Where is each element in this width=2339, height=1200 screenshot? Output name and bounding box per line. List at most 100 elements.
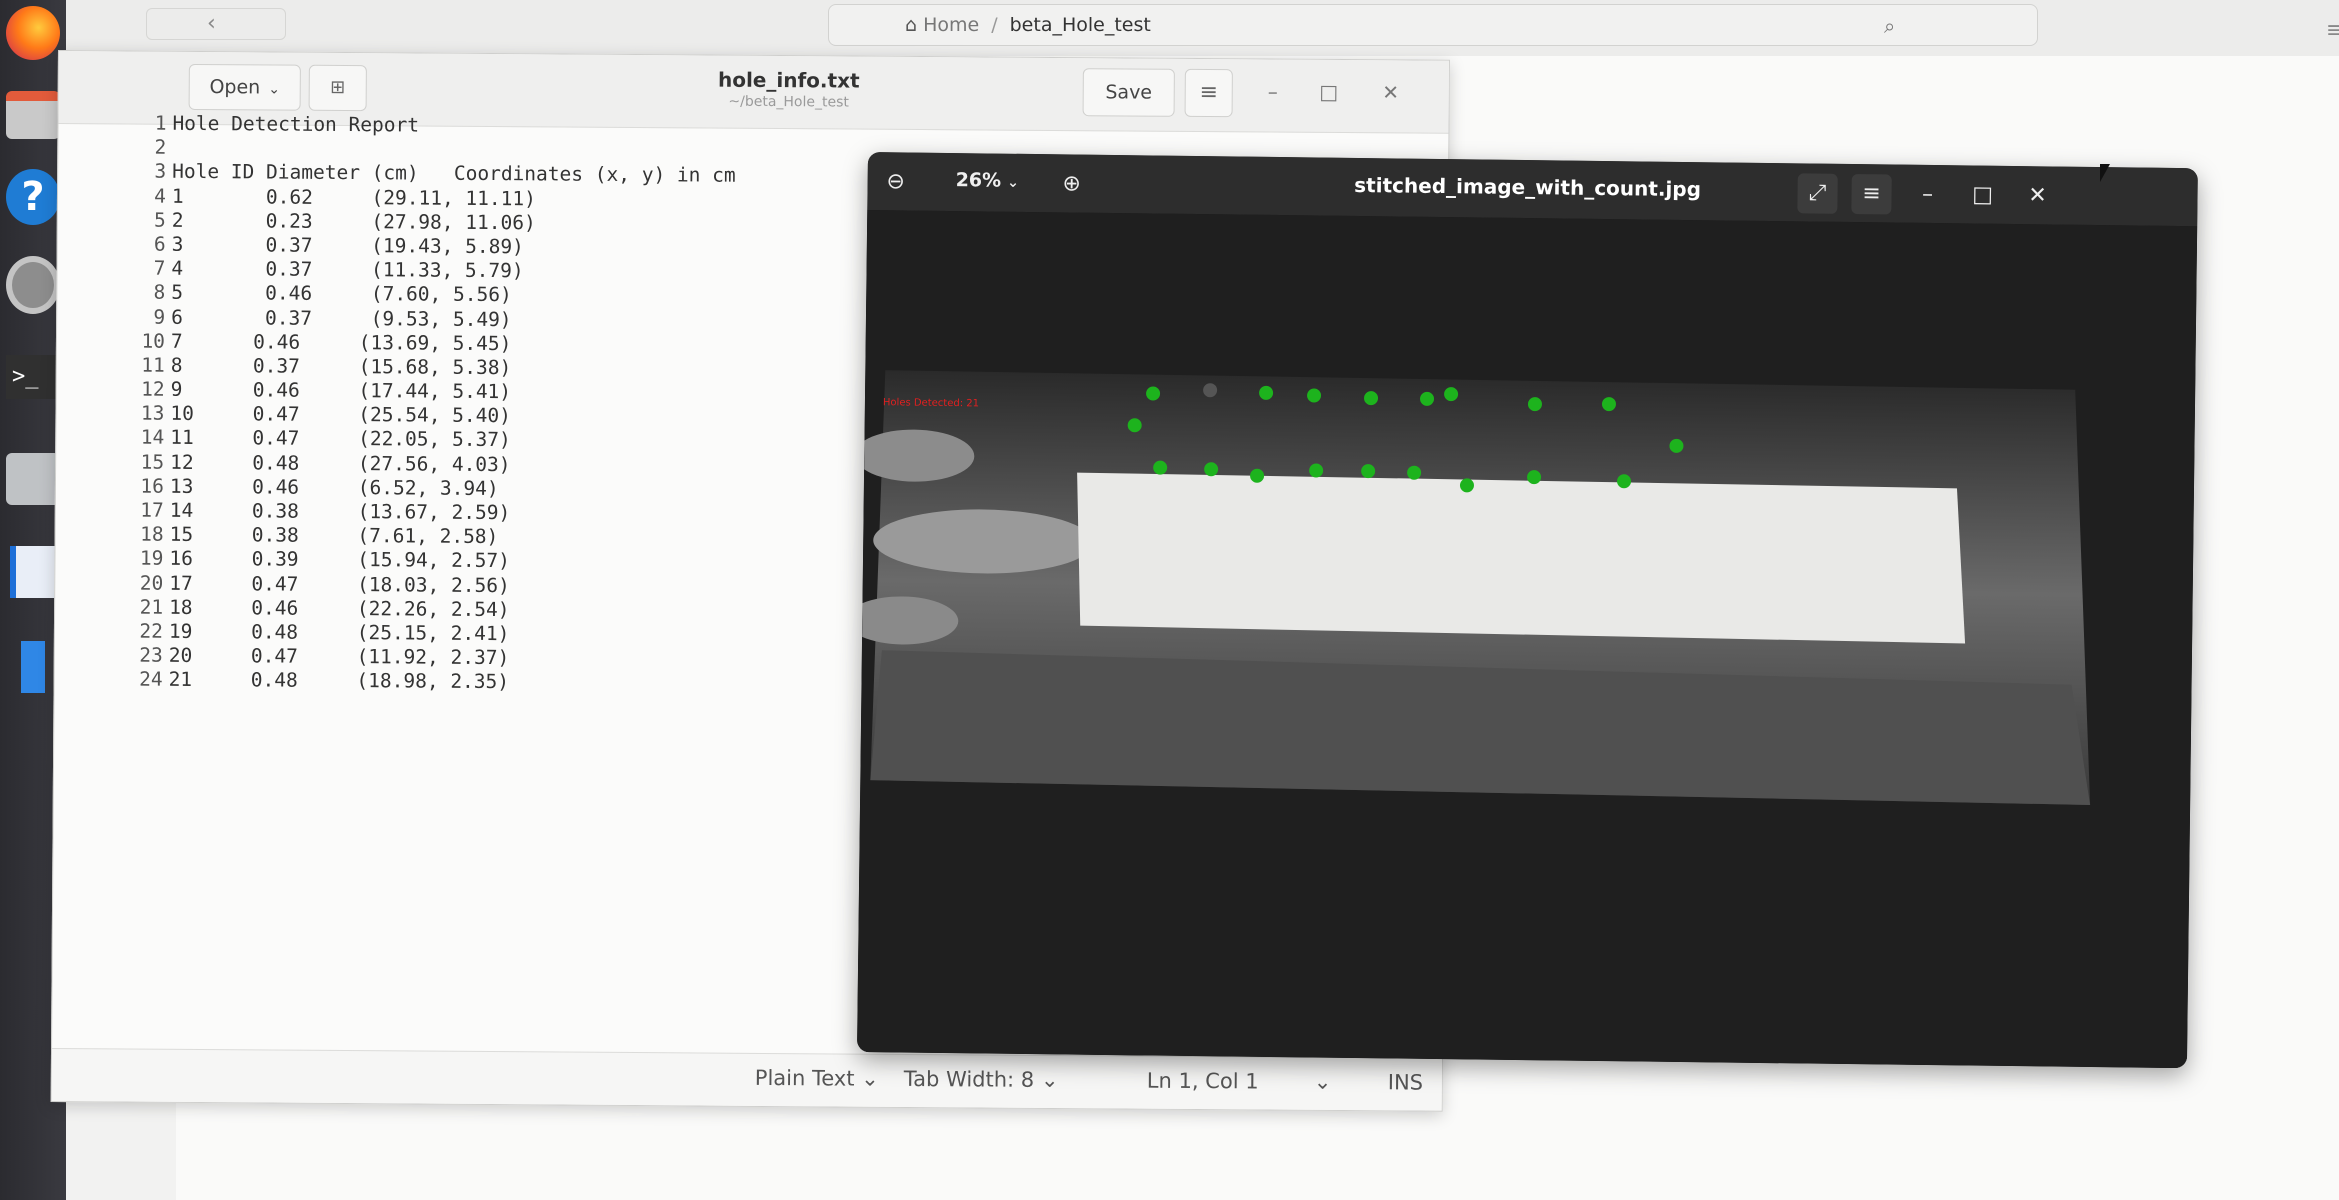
line-number: 13 <box>140 401 165 426</box>
line-number: 16 <box>140 474 165 498</box>
search-tool-icon[interactable] <box>6 452 60 506</box>
path-home[interactable]: Home <box>923 14 979 36</box>
chevron-down-icon: ⌄ <box>268 81 281 98</box>
line-number: 7 <box>153 256 166 280</box>
image-viewer-window: ⊖ 26% ⌄ ⊕ stitched_image_with_count.jpg ⤢… <box>857 152 2198 1069</box>
maximize-icon[interactable]: □ <box>1962 175 2002 215</box>
line-number: 19 <box>139 546 164 571</box>
line-number: 23 <box>139 643 163 667</box>
line-text: 3 0.37 (19.43, 5.89) <box>171 232 524 259</box>
line-number: 3 <box>154 160 167 184</box>
line-text: 19 0.48 (25.15, 2.41) <box>168 619 510 646</box>
line-text: 21 0.48 (18.98, 2.35) <box>168 668 510 694</box>
hamburger-menu-icon[interactable]: ≡ <box>1851 174 1892 215</box>
line-text: 18 0.46 (22.26, 2.54) <box>169 595 510 621</box>
zoom-out-icon[interactable]: ⊖ <box>875 162 915 202</box>
back-button[interactable]: ‹ <box>146 8 286 40</box>
text-editor-icon[interactable] <box>6 545 60 599</box>
document-path: ~/beta_Hole_test <box>728 93 849 111</box>
zoom-in-icon[interactable]: ⊕ <box>1051 164 1091 204</box>
insert-mode: INS <box>1387 1070 1424 1095</box>
zoom-level[interactable]: 26% ⌄ <box>956 169 1019 192</box>
line-number: 2 <box>154 135 167 159</box>
path-bar[interactable]: ⌂ Home / beta_Hole_test <box>828 4 2038 46</box>
image-title: stitched_image_with_count.jpg <box>1354 172 1702 202</box>
open-label: Open <box>209 76 261 99</box>
line-number: 20 <box>139 571 164 595</box>
line-text: 8 0.37 (15.68, 5.38) <box>170 353 512 380</box>
language-label: Plain Text <box>754 1065 855 1091</box>
minimize-icon[interactable]: – <box>1907 175 1947 215</box>
cursor-position[interactable]: Ln 1, Col 1 <box>1147 1069 1259 1094</box>
line-text: 7 0.46 (13.69, 5.45) <box>170 329 512 355</box>
line-text: 4 0.37 (11.33, 5.79) <box>171 256 524 283</box>
close-icon[interactable]: ✕ <box>1373 74 1409 110</box>
line-text: 12 0.48 (27.56, 4.03) <box>170 450 511 476</box>
menu-icon[interactable]: ≡ <box>2326 18 2339 43</box>
line-text: 6 0.37 (9.53, 5.49) <box>171 305 512 331</box>
line-number: 5 <box>153 208 166 232</box>
open-button[interactable]: Open ⌄ <box>188 63 301 111</box>
paper-sheet <box>1077 472 1966 644</box>
line-number: 22 <box>139 619 164 643</box>
app-icon[interactable] <box>6 640 60 694</box>
detection-count-label: Holes Detected: 21 <box>882 397 980 410</box>
image-canvas[interactable]: Holes Detected: 21 <box>857 209 2198 1069</box>
hamburger-menu-icon[interactable]: ≡ <box>1184 68 1233 118</box>
help-icon[interactable]: ? <box>6 169 60 225</box>
line-text: 5 0.46 (7.60, 5.56) <box>171 281 512 307</box>
line-text: 2 0.23 (27.98, 11.06) <box>171 208 536 235</box>
path-current[interactable]: beta_Hole_test <box>1010 14 1151 36</box>
chevron-down-icon: ⌄ <box>1040 1067 1059 1093</box>
line-number: 6 <box>153 232 166 256</box>
line-number: 14 <box>140 426 165 450</box>
close-icon[interactable]: ✕ <box>2017 176 2057 216</box>
terminal-icon[interactable]: >_ <box>6 350 60 404</box>
line-number: 9 <box>153 305 166 329</box>
minimize-icon[interactable]: – <box>1255 73 1291 109</box>
mouse-cursor-icon <box>2100 164 2116 182</box>
line-number: 1 <box>154 111 167 135</box>
chevron-down-icon: ⌄ <box>861 1066 879 1091</box>
maximize-icon[interactable]: □ <box>1311 74 1347 110</box>
line-text: 17 0.47 (18.03, 2.56) <box>169 571 510 597</box>
settings-gear-icon[interactable] <box>6 256 60 314</box>
tab-width-label: Tab Width: 8 <box>903 1066 1035 1092</box>
line-text: 15 0.38 (7.61, 2.58) <box>169 522 499 549</box>
zoom-value: 26% <box>955 169 1002 192</box>
editor-text-area[interactable]: 1 Hole Detection Report 2 3 Hole ID Diameter… <box>114 111 938 757</box>
line-number: 17 <box>140 498 164 522</box>
new-tab-icon[interactable]: ⊞ <box>308 64 367 112</box>
line-text: 10 0.47 (25.54, 5.40) <box>170 402 512 428</box>
line-number: 21 <box>139 595 164 619</box>
document-title: hole_info.txt <box>717 67 860 93</box>
chevron-down-icon[interactable]: ⌄ <box>1314 1070 1332 1094</box>
line-number: 12 <box>141 377 165 401</box>
firefox-icon[interactable] <box>6 6 60 60</box>
line-text: 1 0.62 (29.11, 11.11) <box>171 184 537 210</box>
fullscreen-icon[interactable]: ⤢ <box>1797 173 1838 214</box>
file-manager-header: ‹ ⌂ Home / beta_Hole_test ⌕ ≡ <box>66 0 2339 57</box>
line-text: 16 0.39 (15.94, 2.57) <box>169 547 510 573</box>
tab-width-selector[interactable]: Tab Width: 8 ⌄ <box>904 1067 1059 1092</box>
save-button[interactable]: Save <box>1082 68 1175 117</box>
line-number: 8 <box>153 280 166 305</box>
line-text: 20 0.47 (11.92, 2.37) <box>168 643 510 670</box>
editor-statusbar: Plain Text ⌄ Tab Width: 8 ⌄ Ln 1, Col 1 … <box>51 1047 1442 1111</box>
line-text: 9 0.46 (17.44, 5.41) <box>170 377 512 404</box>
line-text: Hole Detection Report <box>172 111 420 137</box>
stitched-image <box>857 209 2198 1069</box>
line-number: 10 <box>141 329 166 353</box>
home-icon: ⌂ <box>905 14 924 36</box>
chevron-down-icon: ⌄ <box>1007 174 1019 191</box>
line-text: 11 0.47 (22.05, 5.37) <box>170 426 511 452</box>
language-selector[interactable]: Plain Text ⌄ <box>755 1066 879 1091</box>
line-number: 15 <box>140 450 165 474</box>
line-text: 14 0.38 (13.67, 2.59) <box>169 498 511 525</box>
search-icon[interactable]: ⌕ <box>1884 14 1895 38</box>
path-separator: / <box>991 14 998 36</box>
files-icon[interactable] <box>6 88 60 142</box>
line-number: 11 <box>141 353 165 377</box>
line-number: 24 <box>139 667 163 692</box>
line-number: 4 <box>154 184 167 208</box>
